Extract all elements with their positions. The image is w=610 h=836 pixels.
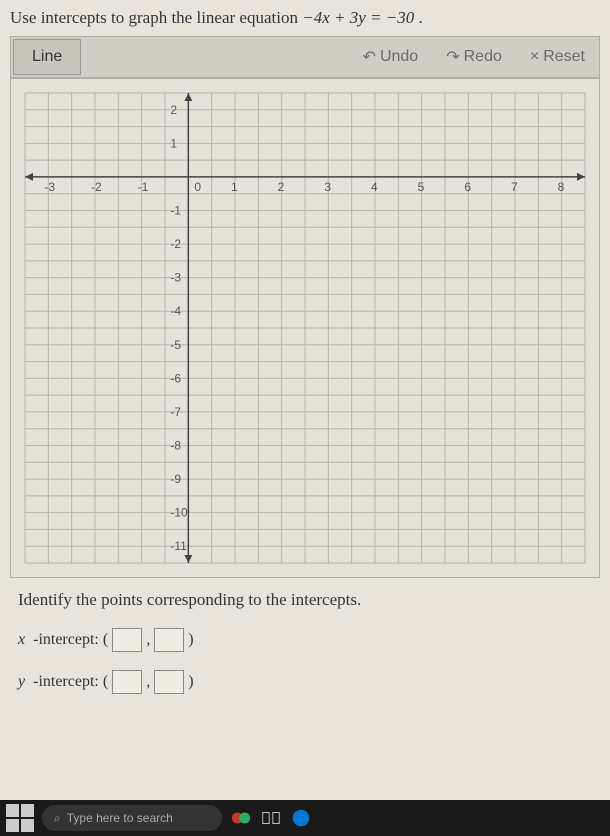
identify-instruction: Identify the points corresponding to the… — [18, 590, 592, 610]
svg-text:1: 1 — [231, 180, 238, 194]
windows-start-icon[interactable] — [6, 804, 34, 832]
svg-text:-11: -11 — [170, 539, 187, 553]
undo-label: Undo — [380, 48, 418, 66]
undo-icon: ↶ — [363, 47, 376, 67]
x-intercept-x-input[interactable] — [112, 628, 142, 652]
redo-button[interactable]: ↷ Redo — [432, 47, 516, 67]
paren: ( — [103, 631, 108, 649]
search-placeholder: Type here to search — [67, 811, 173, 825]
redo-label: Redo — [464, 48, 502, 66]
svg-text:-4: -4 — [170, 304, 181, 318]
task-view-icon[interactable] — [260, 807, 282, 829]
paren: ) — [188, 631, 193, 649]
line-tool-button[interactable]: Line — [13, 39, 81, 75]
y-intercept-row: y -intercept: ( , ) — [18, 670, 592, 694]
svg-text:3: 3 — [324, 180, 331, 194]
svg-text:-2: -2 — [170, 237, 181, 251]
svg-text:-9: -9 — [170, 472, 181, 486]
svg-text:-2: -2 — [91, 180, 102, 194]
x-var: x — [18, 631, 25, 649]
y-intercept-x-input[interactable] — [112, 670, 142, 694]
taskbar-search[interactable]: ⌕ Type here to search — [42, 805, 222, 831]
instruction-text: Use intercepts to graph the linear equat… — [10, 8, 600, 28]
svg-text:0: 0 — [194, 180, 201, 194]
svg-text:5: 5 — [418, 180, 425, 194]
grid-svg: -3-2-101234567821-1-2-3-4-5-6-7-8-9-10-1… — [15, 83, 595, 573]
windows-taskbar: ⌕ Type here to search — [0, 800, 610, 836]
svg-text:1: 1 — [170, 136, 177, 150]
instruction-prefix: Use intercepts to graph the linear equat… — [10, 8, 302, 27]
edge-icon[interactable] — [290, 807, 312, 829]
y-intercept-y-input[interactable] — [154, 670, 184, 694]
taskbar-app-icon[interactable] — [230, 807, 252, 829]
comma: , — [146, 631, 150, 649]
y-var: y — [18, 673, 25, 691]
svg-text:-1: -1 — [138, 180, 149, 194]
redo-icon: ↷ — [446, 47, 459, 67]
svg-text:2: 2 — [170, 103, 177, 117]
comma: , — [146, 673, 150, 691]
svg-text:7: 7 — [511, 180, 518, 194]
coordinate-grid[interactable]: -3-2-101234567821-1-2-3-4-5-6-7-8-9-10-1… — [10, 78, 600, 578]
graph-toolbar: Line ↶ Undo ↷ Redo × Reset — [10, 36, 600, 78]
svg-text:4: 4 — [371, 180, 378, 194]
y-intercept-label: -intercept: — [33, 673, 99, 691]
svg-text:8: 8 — [558, 180, 565, 194]
svg-text:-8: -8 — [170, 439, 181, 453]
x-intercept-label: -intercept: — [33, 631, 99, 649]
svg-text:-1: -1 — [170, 204, 181, 218]
undo-button[interactable]: ↶ Undo — [349, 47, 433, 67]
svg-text:-3: -3 — [44, 180, 55, 194]
paren: ( — [103, 673, 108, 691]
svg-text:-10: -10 — [170, 506, 188, 520]
equation: −4x + 3y = −30 — [302, 8, 414, 27]
instruction-suffix: . — [414, 8, 423, 27]
reset-button[interactable]: × Reset — [516, 48, 599, 66]
search-icon: ⌕ — [54, 811, 61, 826]
svg-text:-7: -7 — [170, 405, 181, 419]
paren: ) — [188, 673, 193, 691]
x-intercept-row: x -intercept: ( , ) — [18, 628, 592, 652]
svg-text:6: 6 — [464, 180, 471, 194]
reset-label: Reset — [543, 48, 585, 66]
close-icon: × — [530, 48, 539, 66]
x-intercept-y-input[interactable] — [154, 628, 184, 652]
svg-text:-6: -6 — [170, 371, 181, 385]
svg-text:2: 2 — [278, 180, 285, 194]
svg-text:-3: -3 — [170, 271, 181, 285]
svg-text:-5: -5 — [170, 338, 181, 352]
